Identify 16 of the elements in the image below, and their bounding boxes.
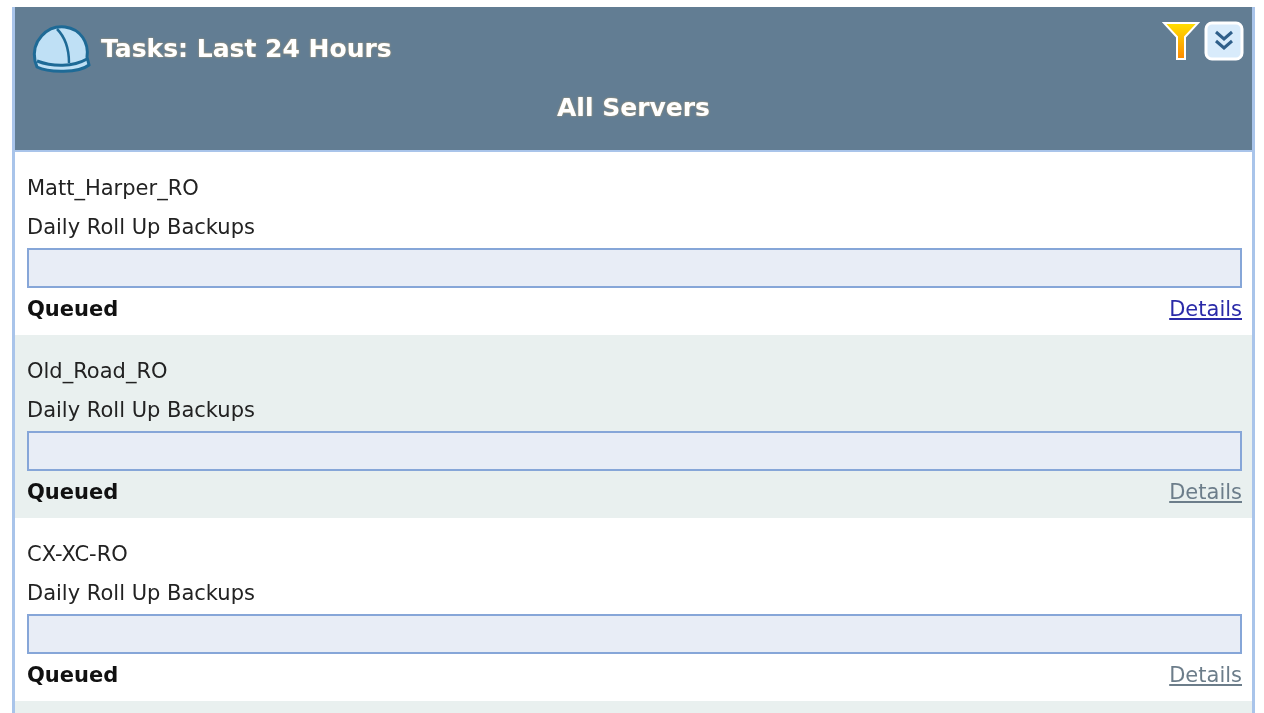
details-link[interactable]: Details <box>1169 294 1242 326</box>
server-name: CX-XC-RO <box>27 544 128 565</box>
server-name: Matt_Harper_RO <box>27 178 199 199</box>
panel-subtitle: All Servers <box>557 92 710 122</box>
filter-icon[interactable] <box>1162 21 1200 61</box>
details-link[interactable]: Details <box>1169 660 1242 692</box>
job-name: Daily Roll Up Backups <box>27 217 255 238</box>
expand-icon[interactable] <box>1204 21 1244 61</box>
job-name: Daily Roll Up Backups <box>27 400 255 421</box>
server-name: Old_Road_RO <box>27 361 168 382</box>
task-status: Queued <box>27 296 119 323</box>
task-status: Queued <box>27 479 119 506</box>
details-link[interactable]: Details <box>1169 477 1242 509</box>
panel-title: Tasks: Last 24 Hours <box>101 33 392 66</box>
task-status: Queued <box>27 662 119 689</box>
job-name: Daily Roll Up Backups <box>27 583 255 604</box>
